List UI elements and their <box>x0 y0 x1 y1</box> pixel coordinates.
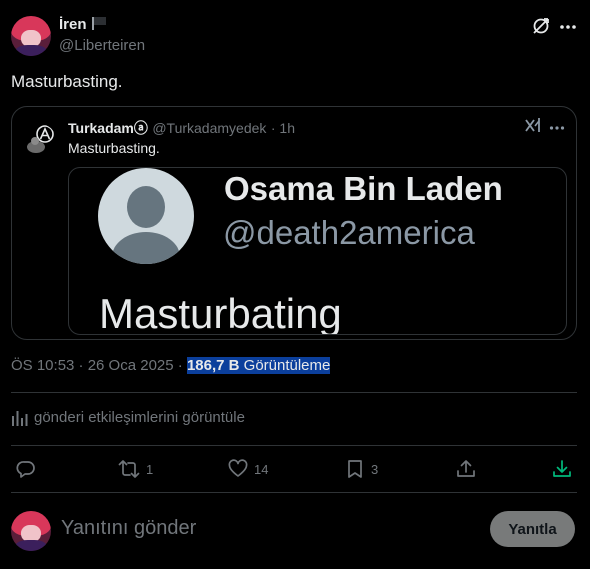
quoted-author-name[interactable]: Turkadamⓐ <box>68 120 148 136</box>
reply-input[interactable]: Yanıtını gönder <box>61 517 196 540</box>
quoted-post-time[interactable]: · 1h <box>271 120 295 136</box>
media-handle: @death2america <box>223 214 475 251</box>
views-label: Görüntüleme <box>239 357 331 374</box>
quoted-media-image[interactable]: Osama Bin Laden @death2america Masturbat… <box>68 167 567 335</box>
more-options-icon[interactable] <box>559 20 577 32</box>
bookmark-action[interactable]: 3 <box>346 458 378 480</box>
view-engagements-link[interactable]: gönderi etkileşimlerini görüntüle <box>11 409 245 426</box>
reply-icon <box>16 461 35 478</box>
default-profile-icon <box>98 168 194 264</box>
post-timestamp[interactable]: ÖS 10:53 · 26 Oca 2025 · <box>11 357 187 374</box>
post-meta: ÖS 10:53 · 26 Oca 2025 · 186,7 B Görüntü… <box>11 357 331 374</box>
retweet-count: 1 <box>146 461 154 477</box>
divider <box>11 392 577 393</box>
analytics-icon <box>12 410 28 426</box>
quoted-author-avatar[interactable] <box>24 124 56 156</box>
download-action[interactable] <box>552 458 572 480</box>
quoted-author-row: Turkadamⓐ @Turkadamyedek · 1h <box>68 118 295 138</box>
download-icon <box>553 460 571 477</box>
post-text: Masturbasting. <box>11 72 123 91</box>
divider <box>11 445 577 446</box>
quoted-post-text: Masturbasting. <box>68 140 160 156</box>
author-name[interactable]: İren <box>59 16 87 33</box>
retweet-icon <box>118 460 140 478</box>
quoted-author-handle[interactable]: @Turkadamyedek <box>152 120 266 136</box>
xai-icon[interactable] <box>525 117 542 134</box>
heart-icon <box>228 459 248 477</box>
author-name-row[interactable]: İren <box>59 16 106 34</box>
bookmark-count: 3 <box>371 461 379 477</box>
like-count: 14 <box>254 461 269 477</box>
media-text: Masturbating <box>99 290 342 335</box>
retweet-action[interactable]: 1 <box>118 458 153 480</box>
view-engagements-label: gönderi etkileşimlerini görüntüle <box>34 409 245 426</box>
author-avatar[interactable] <box>11 16 51 56</box>
divider <box>11 492 577 493</box>
reply-button[interactable]: Yanıtla <box>490 511 575 547</box>
like-action[interactable]: 14 <box>228 458 268 480</box>
media-name: Osama Bin Laden <box>224 170 503 207</box>
quoted-more-icon[interactable] <box>549 120 565 130</box>
reply-action[interactable] <box>16 458 36 480</box>
current-user-avatar <box>11 511 51 551</box>
bookmark-icon <box>348 460 362 478</box>
share-icon <box>457 460 475 477</box>
views-number: 186,7 B <box>186 357 240 374</box>
flag-icon <box>91 17 106 30</box>
author-handle[interactable]: @Liberteiren <box>59 37 145 54</box>
grok-icon[interactable] <box>531 16 551 36</box>
views-count: 186,7 B Görüntüleme <box>186 357 331 374</box>
share-action[interactable] <box>456 458 476 480</box>
